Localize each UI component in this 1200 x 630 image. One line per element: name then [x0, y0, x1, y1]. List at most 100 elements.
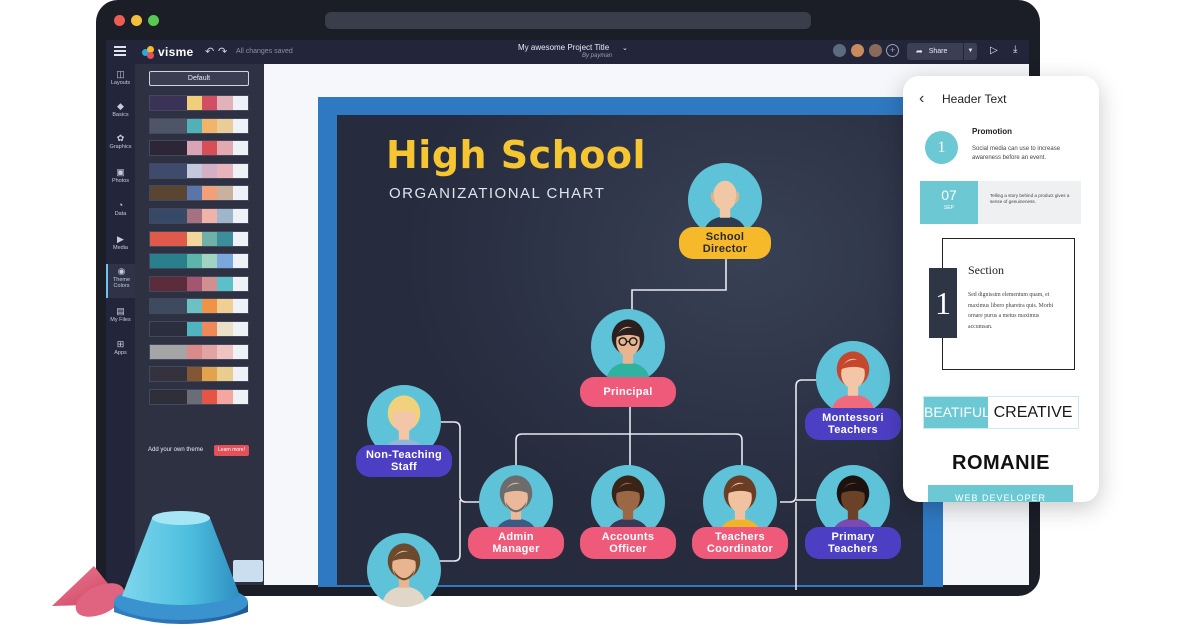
close-window-dot[interactable]	[114, 15, 125, 26]
tool-theme-colors[interactable]: ◉ Theme Colors	[106, 264, 135, 298]
add-collaborator-icon[interactable]: +	[886, 44, 899, 57]
tool-photos[interactable]: ▣ Photos	[106, 165, 135, 195]
palette-swatch	[150, 254, 187, 269]
palette-swatch	[186, 163, 203, 178]
slide-subtitle[interactable]: ORGANIZATIONAL CHART	[389, 185, 605, 202]
date-day: 07	[941, 187, 957, 203]
theme-palette-8[interactable]	[149, 253, 249, 270]
autosave-status: All changes saved	[236, 48, 293, 55]
promotion-title: Promotion	[972, 127, 1012, 136]
theme-palette-10[interactable]	[149, 298, 249, 315]
share-menu-chevron-icon[interactable]: ▼	[963, 43, 977, 60]
theme-palette-2[interactable]	[149, 117, 249, 134]
chat-icon[interactable]	[832, 43, 847, 58]
avatar	[367, 533, 441, 607]
role-label: Primary Teachers	[805, 527, 901, 559]
person-illustration	[381, 543, 427, 607]
palette-swatch	[202, 209, 218, 223]
undo-icon[interactable]: ↶	[205, 45, 214, 58]
mobile-header-text: Header Text	[942, 92, 1007, 106]
date-month: SEP	[943, 205, 954, 211]
slide-title[interactable]: High School	[386, 133, 646, 177]
theme-palette-6[interactable]	[149, 208, 249, 224]
tool-data[interactable]: ◔ Data	[106, 198, 135, 228]
theme-palette-13[interactable]	[149, 366, 249, 383]
palette-swatch	[232, 322, 248, 336]
maximize-window-dot[interactable]	[148, 15, 159, 26]
palette-swatch	[217, 299, 233, 314]
tool-graphics[interactable]: ✿ Graphics	[106, 131, 135, 161]
back-arrow-icon[interactable]: ‹	[919, 90, 924, 108]
avatar[interactable]	[850, 43, 865, 58]
palette-swatch	[217, 209, 233, 223]
hero-illustration: visme ↶ ↷ All changes saved My awesome P…	[0, 0, 1200, 630]
role-label: School Director	[679, 227, 771, 259]
pie-chart-icon: ◔	[117, 200, 124, 210]
learn-more-button[interactable]: Learn more!	[214, 445, 249, 456]
theme-palette-9[interactable]	[149, 275, 249, 292]
project-title[interactable]: My awesome Project Title	[518, 43, 609, 52]
left-toolbar: ◫ Layouts ◆ Basics ✿ Graphics ▣ Photos ◔ Data…	[106, 64, 135, 585]
palette-swatch	[217, 163, 233, 178]
download-icon[interactable]: ⤓	[1013, 44, 1017, 55]
palette-swatch	[232, 344, 248, 359]
date-text: Telling a story behind a product gives a…	[978, 181, 1081, 224]
person-illustration	[702, 180, 748, 237]
palette-swatch	[232, 254, 248, 269]
chevron-down-icon[interactable]: ⌄	[622, 44, 628, 52]
theme-palette-7[interactable]	[149, 230, 249, 247]
tool-apps[interactable]: ⊞ Apps	[106, 337, 135, 367]
folder-icon: ▤	[116, 306, 125, 316]
beatiful-creative-banner: BEATIFUL CREATIVE	[923, 396, 1079, 429]
photo-icon: ▣	[116, 167, 125, 177]
person-illustration	[830, 351, 876, 415]
panel-thumbnail	[233, 560, 263, 582]
palette-swatch	[202, 299, 218, 314]
palette-swatch	[202, 276, 218, 291]
palette-swatch	[217, 96, 233, 110]
palette-swatch	[186, 322, 203, 336]
palette-swatch	[232, 276, 248, 291]
palette-swatch	[150, 118, 187, 133]
address-bar[interactable]	[325, 12, 811, 29]
palette-swatch	[150, 299, 187, 314]
romanie-text: ROMANIE	[952, 452, 1050, 474]
palette-swatch	[186, 367, 203, 382]
palette-swatch	[217, 118, 233, 133]
tool-layouts[interactable]: ◫ Layouts	[106, 67, 135, 97]
palette-swatch	[217, 389, 233, 404]
palette-swatch	[186, 209, 203, 223]
palette-swatch	[202, 141, 218, 156]
palette-swatch	[150, 322, 187, 336]
share-icon: ➦	[916, 47, 923, 56]
theme-colors-panel: Default Add your own theme Learn more!	[135, 64, 264, 585]
palette-swatch	[186, 118, 203, 133]
palette-swatch	[202, 322, 218, 336]
palette-swatch	[217, 141, 233, 156]
theme-palette-11[interactable]	[149, 321, 249, 337]
share-button[interactable]: ➦ Share ▼	[907, 43, 977, 60]
redo-icon[interactable]: ↷	[218, 45, 227, 58]
palette-swatch	[150, 344, 187, 359]
default-theme-button[interactable]: Default	[149, 71, 249, 86]
palette-swatch	[150, 163, 187, 178]
menu-icon[interactable]	[114, 46, 126, 57]
theme-palette-14[interactable]	[149, 388, 249, 405]
theme-palette-5[interactable]	[149, 185, 249, 202]
theme-palette-4[interactable]	[149, 162, 249, 179]
theme-palette-1[interactable]	[149, 95, 249, 111]
avatar	[591, 309, 665, 383]
present-play-icon[interactable]: ▷	[990, 45, 998, 56]
mobile-preview: ‹ Header Text 1 Promotion Social media c…	[903, 76, 1099, 502]
tool-media[interactable]: ▶ Media	[106, 232, 135, 262]
palette-swatch	[202, 118, 218, 133]
palette-swatch	[202, 163, 218, 178]
theme-palette-12[interactable]	[149, 343, 249, 360]
tool-my-files[interactable]: ▤ My Files	[106, 304, 135, 334]
avatar[interactable]	[868, 43, 883, 58]
minimize-window-dot[interactable]	[131, 15, 142, 26]
date-block: 07 SEP	[920, 181, 978, 224]
palette-swatch	[232, 163, 248, 178]
theme-palette-3[interactable]	[149, 140, 249, 157]
tool-basics[interactable]: ◆ Basics	[106, 99, 135, 129]
